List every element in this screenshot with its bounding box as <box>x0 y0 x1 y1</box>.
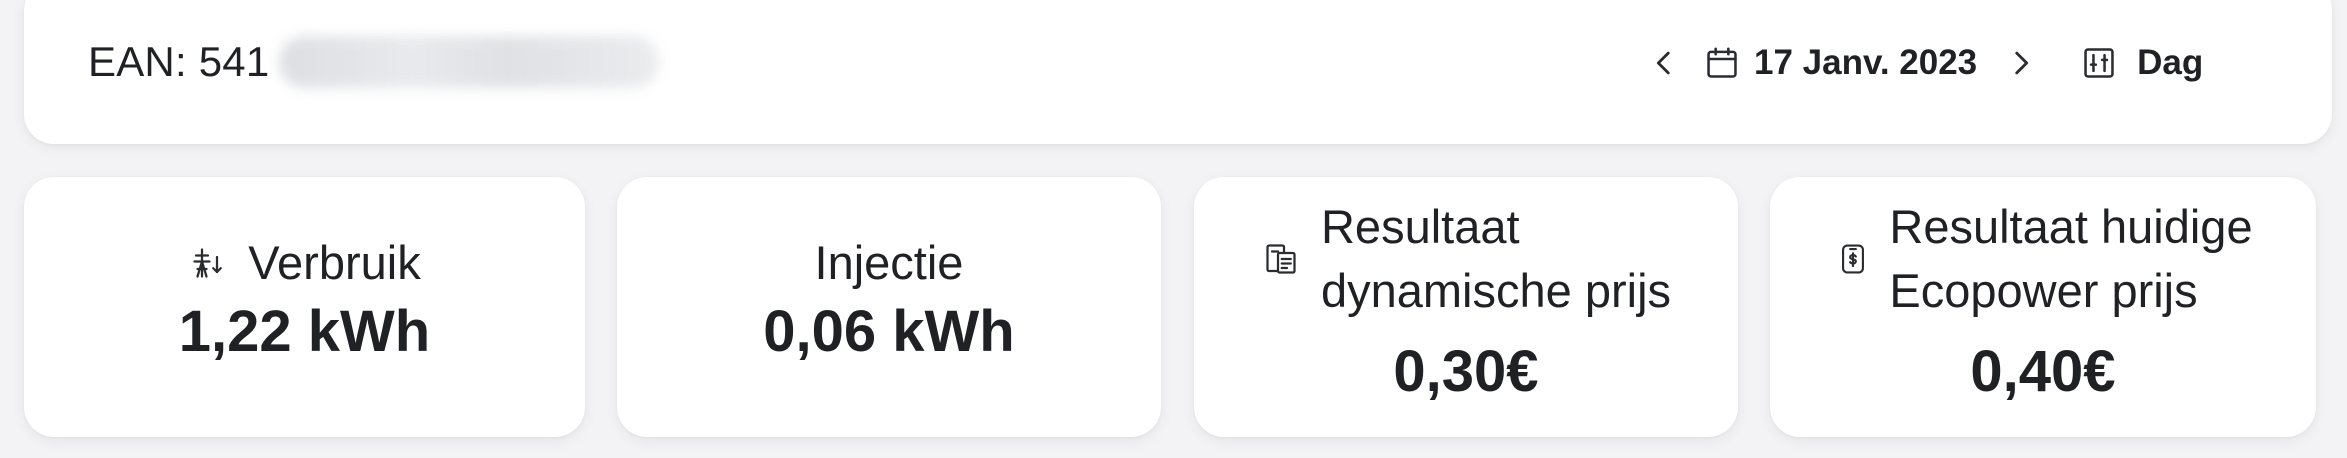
header-bar: EAN: 541 17 Janv. 2023 Dag <box>24 0 2332 144</box>
ecopower-price-label-line1: Resultaat huidige <box>1889 200 2253 253</box>
dynamic-price-label-line2: dynamische prijs <box>1320 264 1672 317</box>
injection-label: Injectie <box>814 236 964 289</box>
consumption-value: 1,22 kWh <box>178 299 431 364</box>
calendar-icon[interactable] <box>1702 43 1742 83</box>
ean-display: EAN: 541 <box>88 36 660 88</box>
next-date-button[interactable] <box>2001 43 2041 83</box>
ecopower-price-card: Resultaat huidige Ecopower prijs 0,40€ <box>1770 177 2316 437</box>
dynamic-price-card: Resultaat dynamische prijs 0,30€ <box>1194 177 1738 437</box>
selected-date[interactable]: 17 Janv. 2023 <box>1754 43 1977 83</box>
previous-date-button[interactable] <box>1644 43 1684 83</box>
injection-value: 0,06 kWh <box>763 299 1015 364</box>
period-selector[interactable]: Dag <box>2137 43 2203 83</box>
date-navigation: 17 Janv. 2023 Dag <box>1644 38 2203 88</box>
dollar-phone-icon <box>1833 239 1873 279</box>
dynamic-price-label-line1: Resultaat <box>1320 200 1520 253</box>
dynamic-price-value: 0,30€ <box>1393 339 1539 404</box>
consumption-label: Verbruik <box>248 236 421 289</box>
invoice-icon <box>1261 239 1301 279</box>
ean-redacted <box>279 36 660 88</box>
ecopower-price-label-line2: Ecopower prijs <box>1889 264 2198 317</box>
injection-card: Injectie 0,06 kWh <box>617 177 1161 437</box>
consumption-card: Verbruik 1,22 kWh <box>24 177 585 437</box>
power-tower-icon <box>188 243 228 283</box>
filter-adjust-icon[interactable] <box>2079 43 2119 83</box>
ean-label: EAN: 541 <box>88 38 270 85</box>
ecopower-price-value: 0,40€ <box>1970 339 2116 404</box>
